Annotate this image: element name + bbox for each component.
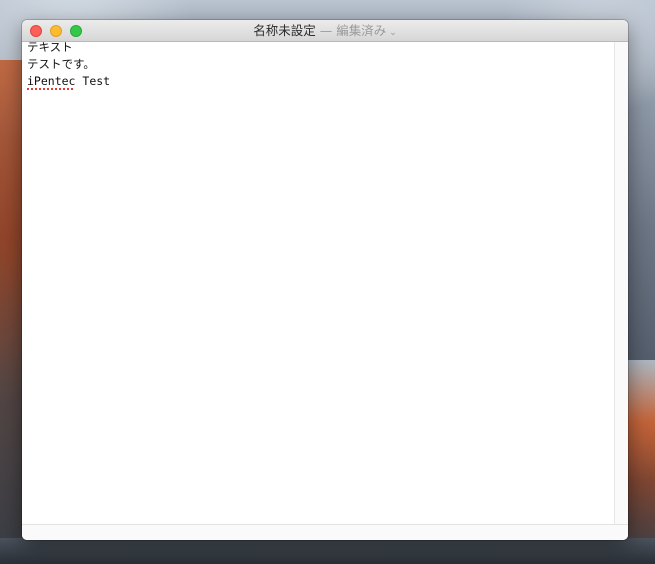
vertical-scrollbar[interactable] [614, 42, 628, 524]
title-bar[interactable]: 名称未設定 — 編集済み ⌄ [22, 20, 628, 42]
title-separator: — [319, 23, 333, 38]
text-line-2: テストです。 [27, 57, 95, 71]
horizontal-scrollbar[interactable] [22, 524, 628, 540]
text-editor[interactable]: テキスト テストです。 iPentec Test [22, 40, 614, 524]
text-line-1: テキスト [27, 40, 73, 54]
desktop-cliff-right [627, 360, 655, 564]
window-title[interactable]: 名称未設定 — 編集済み ⌄ [22, 20, 628, 42]
text-line-3: iPentec Test [27, 74, 110, 89]
text-line-3-rest: Test [75, 74, 111, 88]
chevron-down-icon[interactable]: ⌄ [389, 28, 397, 38]
misspelled-word[interactable]: iPentec [27, 74, 75, 88]
textedit-window: 名称未設定 — 編集済み ⌄ テキスト テストです。 iPentec Test [22, 20, 628, 540]
document-name: 名称未設定 [253, 23, 316, 38]
desktop-valley [0, 538, 655, 564]
document-state: 編集済み [336, 23, 387, 38]
